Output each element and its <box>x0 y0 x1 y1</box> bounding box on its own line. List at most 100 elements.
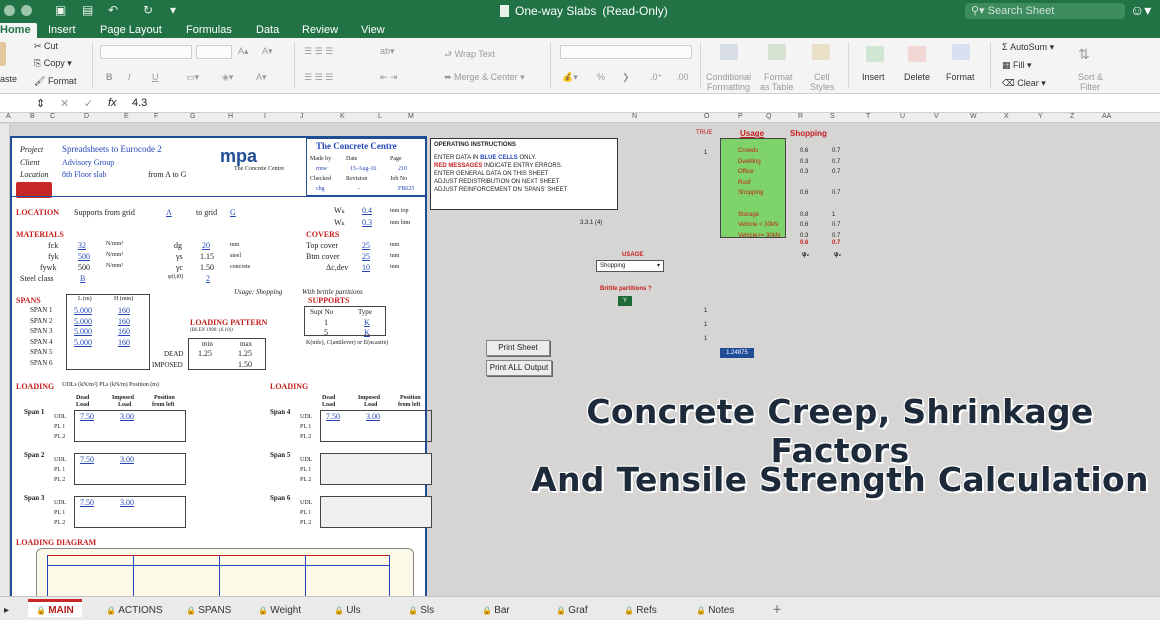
sidebar-icon[interactable]: ▣ <box>55 3 66 17</box>
tab-page-layout[interactable]: Page Layout <box>94 23 168 38</box>
project-value[interactable]: Spreadsheets to Eurocode 2 <box>62 144 162 154</box>
number-format-select[interactable] <box>560 45 692 59</box>
tab-review[interactable]: Review <box>296 23 344 38</box>
span-depth-input[interactable]: 160 <box>118 327 130 336</box>
sheet-tab-weight[interactable]: 🔒 Weight <box>250 599 309 617</box>
supt5-type-input[interactable]: K <box>364 328 370 337</box>
bold-button[interactable]: B <box>106 72 113 82</box>
wk-btm-input[interactable]: 0.3 <box>362 218 372 227</box>
span-length-input[interactable]: 5.000 <box>74 306 92 315</box>
format-as-table-label[interactable]: Format <box>764 72 793 82</box>
insert-cells-icon[interactable] <box>866 46 884 62</box>
made-by-value[interactable]: rmw <box>316 166 327 172</box>
undo-icon[interactable]: ↶ <box>108 3 118 17</box>
column-letter-aa[interactable]: AA <box>1102 113 1111 120</box>
fyk-input[interactable]: 500 <box>78 252 90 261</box>
sheet-tab-bar[interactable]: 🔒 Bar <box>474 599 518 617</box>
orientation-icon[interactable]: ab▾ <box>380 46 395 57</box>
column-letter-z[interactable]: Z <box>1070 113 1074 120</box>
conditional-formatting-icon[interactable] <box>720 44 738 60</box>
column-letter-t[interactable]: T <box>866 113 870 120</box>
minimize-window-button[interactable] <box>21 5 32 16</box>
client-value[interactable]: Advisory Group <box>62 158 114 167</box>
job-value[interactable]: FB625 <box>398 186 414 192</box>
dc-input[interactable]: 10 <box>362 263 370 272</box>
close-window-button[interactable] <box>4 5 15 16</box>
conditional-formatting-label[interactable]: Conditional <box>706 72 751 82</box>
column-letter-v[interactable]: V <box>934 113 939 120</box>
column-letter-q[interactable]: Q <box>766 113 771 120</box>
delete-cells-icon[interactable] <box>908 46 926 62</box>
location-value[interactable]: 8th Floor slab <box>62 170 106 179</box>
column-letter-u[interactable]: U <box>900 113 905 120</box>
column-letter-p[interactable]: P <box>738 113 743 120</box>
column-letter-h[interactable]: H <box>228 113 233 120</box>
tab-view[interactable]: View <box>355 23 391 38</box>
grid-from-input[interactable]: A <box>166 208 172 217</box>
paste-label[interactable]: aste <box>0 74 17 84</box>
top-cover-input[interactable]: 25 <box>362 241 370 250</box>
paste-icon[interactable] <box>0 42 6 66</box>
column-letter-d[interactable]: D <box>84 113 89 120</box>
column-letter-n[interactable]: N <box>632 113 637 120</box>
sheet-tab-refs[interactable]: 🔒 Refs <box>616 599 665 617</box>
search-sheet-input[interactable]: ⚲▾ Search Sheet <box>965 3 1125 19</box>
sheet-scroll-icon[interactable]: ▸ <box>0 599 13 617</box>
function-icon[interactable]: fx <box>108 97 117 109</box>
sheet-tab-uls[interactable]: 🔒 Uls <box>326 599 369 617</box>
column-letter-i[interactable]: I <box>264 113 266 120</box>
udl-dead-input[interactable]: 7.50 <box>80 498 94 507</box>
sort-filter-label[interactable]: Sort & <box>1078 72 1103 82</box>
span-depth-input[interactable]: 160 <box>118 317 130 326</box>
format-painter-button[interactable]: 🖌 Format <box>34 76 76 87</box>
revision-value[interactable]: - <box>358 186 360 192</box>
font-size-select[interactable] <box>196 45 232 59</box>
udl-imposed-input[interactable]: 3.00 <box>120 498 134 507</box>
udl-imposed-input[interactable]: 3.00 <box>366 412 380 421</box>
udl-imposed-input[interactable]: 3.00 <box>120 455 134 464</box>
cancel-formula-icon[interactable]: ✕ <box>60 97 69 110</box>
delete-cells-label[interactable]: Delete <box>904 72 930 82</box>
span-length-input[interactable]: 5.000 <box>74 338 92 347</box>
usage-select[interactable]: Shopping ▾ <box>596 260 664 272</box>
span-depth-input[interactable]: 160 <box>118 306 130 315</box>
percent-button[interactable]: % <box>597 72 605 82</box>
column-letter-b[interactable]: B <box>30 113 35 120</box>
udl-dead-input[interactable]: 7.50 <box>326 412 340 421</box>
decrease-font-icon[interactable]: A▾ <box>262 46 273 57</box>
grid-to-input[interactable]: G <box>230 208 236 217</box>
fck-input[interactable]: 32 <box>78 241 86 250</box>
cell-styles-label[interactable]: Cell <box>814 72 830 82</box>
column-letter-o[interactable]: O <box>704 113 709 120</box>
brittle-partitions-input[interactable]: Y <box>618 296 632 306</box>
dg-input[interactable]: 20 <box>202 241 210 250</box>
udl-dead-input[interactable]: 7.50 <box>80 412 94 421</box>
column-letter-c[interactable]: C <box>50 113 55 120</box>
date-value[interactable]: 15-Aug-16 <box>350 166 376 172</box>
btm-cover-input[interactable]: 25 <box>362 252 370 261</box>
save-icon[interactable]: ▤ <box>82 3 93 17</box>
column-letter-g[interactable]: G <box>190 113 195 120</box>
increase-decimal-icon[interactable]: .0⁺ <box>650 72 662 83</box>
column-letter-y[interactable]: Y <box>1038 113 1043 120</box>
currency-icon[interactable]: 💰▾ <box>562 72 578 83</box>
merge-center-button[interactable]: ⬌ Merge & Center ▾ <box>444 72 525 83</box>
fill-button[interactable]: ▦ Fill ▾ <box>1002 60 1032 71</box>
sheet-tab-notes[interactable]: 🔒 Notes <box>688 599 742 617</box>
align-left-icon[interactable]: ☰ ☰ ☰ <box>304 72 333 83</box>
column-letter-e[interactable]: E <box>124 113 129 120</box>
comma-style-icon[interactable]: ❯ <box>622 72 630 83</box>
sheet-tab-sls[interactable]: 🔒 Sls <box>400 599 442 617</box>
column-letter-w[interactable]: W <box>970 113 977 120</box>
insert-cells-label[interactable]: Insert <box>862 72 885 82</box>
align-top-icon[interactable]: ☰ ☰ ☰ <box>304 46 333 57</box>
sheet-tab-spans[interactable]: 🔒 SPANS <box>178 599 239 617</box>
redo-icon[interactable]: ↻ <box>143 3 153 17</box>
supt1-type-input[interactable]: K <box>364 318 370 327</box>
name-box-stepper-icon[interactable]: ⇕ <box>36 97 45 110</box>
font-color-icon[interactable]: A▾ <box>256 72 267 83</box>
tab-data[interactable]: Data <box>250 23 285 38</box>
sheet-tab-main[interactable]: 🔒 MAIN <box>28 599 82 617</box>
tab-formulas[interactable]: Formulas <box>180 23 238 38</box>
span-depth-input[interactable]: 160 <box>118 338 130 347</box>
